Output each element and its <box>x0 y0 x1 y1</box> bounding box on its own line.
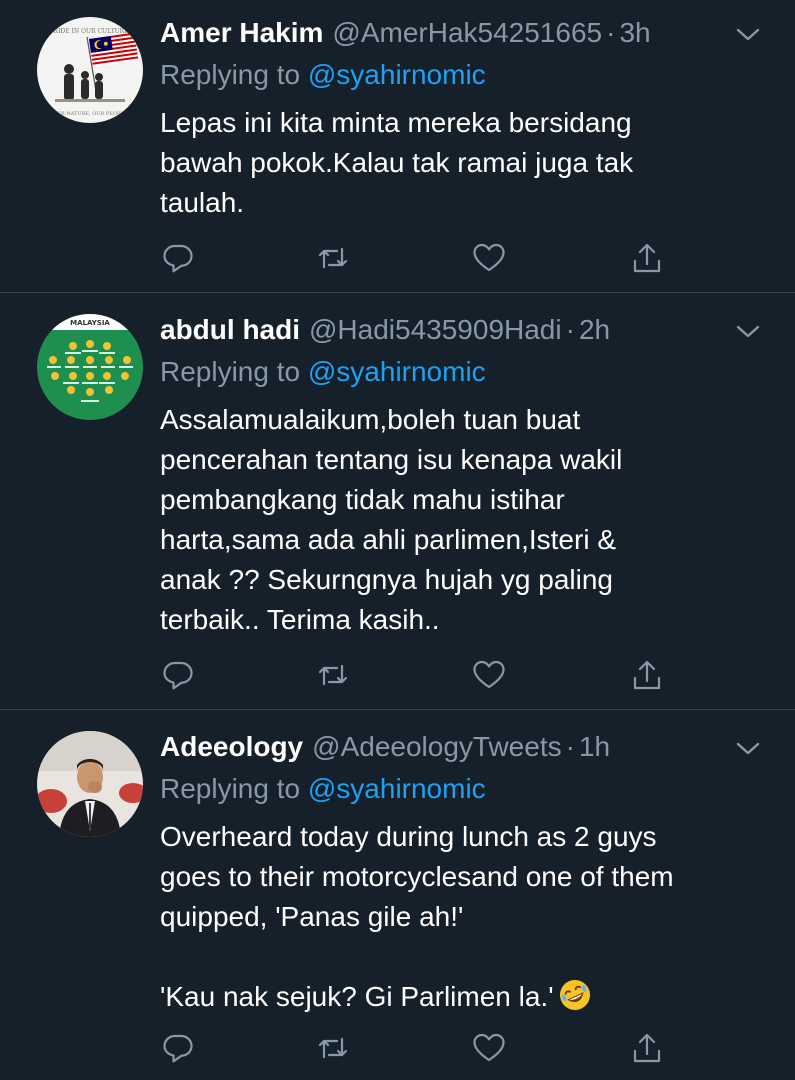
tweet-text-line: bawah pokok.Kalau tak ramai juga tak <box>160 147 634 178</box>
timestamp[interactable]: 3h <box>619 16 650 50</box>
like-icon <box>473 243 505 272</box>
tweet-text-line: 'Kau nak sejuk? Gi Parlimen la.' <box>160 977 755 1017</box>
mention-link[interactable]: @syahirnomic <box>308 356 486 387</box>
reply-icon <box>163 244 193 273</box>
display-name[interactable]: abdul hadi <box>160 313 300 347</box>
replying-prefix: Replying to <box>160 773 301 804</box>
action-bar <box>160 1030 665 1066</box>
retweet-button[interactable] <box>315 240 351 276</box>
replying-to: Replying to @syahirnomic <box>160 58 755 92</box>
replying-prefix: Replying to <box>160 59 301 90</box>
avatar[interactable]: MALAYSIA <box>37 314 143 420</box>
mention-link[interactable]: @syahirnomic <box>308 773 486 804</box>
avatar-text-top: PRIDE IN OUR CULTURE, <box>50 28 131 35</box>
chevron-down-icon[interactable] <box>735 738 761 758</box>
tweet-text: Overheard today during lunch as 2 guys g… <box>160 817 755 1017</box>
mention-link[interactable]: @syahirnomic <box>308 59 486 90</box>
tweet[interactable]: PRIDE IN OUR CULTURE, OUR NATURE, OUR PE… <box>0 0 795 293</box>
like-button[interactable] <box>471 1030 507 1066</box>
like-button[interactable] <box>471 240 507 276</box>
share-icon <box>633 660 661 690</box>
timestamp[interactable]: 1h <box>579 730 610 764</box>
share-button[interactable] <box>629 1030 665 1066</box>
retweet-button[interactable] <box>315 1030 351 1066</box>
reply-button[interactable] <box>160 657 196 693</box>
share-icon <box>633 243 661 273</box>
tweet-header: Amer Hakim @AmerHak54251665 · 3h <box>160 16 755 50</box>
tweet-text-line: pencerahan tentang isu kenapa wakil <box>160 444 623 475</box>
action-bar <box>160 657 665 693</box>
tweet-text-line: terbaik.. Terima kasih.. <box>160 604 440 635</box>
tweet-text-line: anak ?? Sekurngnya hujah yg paling <box>160 564 614 595</box>
replying-to: Replying to @syahirnomic <box>160 772 755 806</box>
tweet-text: Assalamualaikum,boleh tuan buat pencerah… <box>160 400 755 640</box>
chevron-down-icon[interactable] <box>735 24 761 44</box>
share-icon <box>633 1033 661 1063</box>
share-button[interactable] <box>629 657 665 693</box>
share-button[interactable] <box>629 240 665 276</box>
separator-dot: · <box>606 17 616 48</box>
separator-dot: · <box>565 731 575 762</box>
reply-icon <box>163 1034 193 1063</box>
tweet[interactable]: MALAYSIA abdul hadi @Hadi5435909Hadi · 2… <box>0 293 795 710</box>
retweet-icon <box>318 1037 348 1059</box>
replying-prefix: Replying to <box>160 356 301 387</box>
tweet-text-line: quipped, 'Panas gile ah!' <box>160 901 464 932</box>
action-bar <box>160 240 665 276</box>
separator-dot: · <box>565 314 575 345</box>
retweet-icon <box>318 664 348 686</box>
user-handle[interactable]: @Hadi5435909Hadi <box>309 313 562 347</box>
tweet-header: abdul hadi @Hadi5435909Hadi · 2h <box>160 313 755 347</box>
reply-icon <box>163 661 193 690</box>
like-button[interactable] <box>471 657 507 693</box>
tweet-header: Adeeology @AdeeologyTweets · 1h <box>160 730 755 764</box>
retweet-button[interactable] <box>315 657 351 693</box>
tweet-text-line: Assalamualaikum,boleh tuan buat <box>160 404 581 435</box>
rolling-on-floor-laughing-emoji <box>559 980 590 1010</box>
display-name[interactable]: Adeeology <box>160 730 303 764</box>
tweet-text-line: Lepas ini kita minta mereka bersidang <box>160 107 632 138</box>
timestamp[interactable]: 2h <box>579 313 610 347</box>
user-handle[interactable]: @AdeeologyTweets <box>312 730 561 764</box>
tweet-text-line: goes to their motorcyclesand one of them <box>160 861 674 892</box>
avatar-text-bottom: OUR NATURE, OUR PEOPLE <box>53 111 128 117</box>
tweet-text: Lepas ini kita minta mereka bersidang ba… <box>160 103 755 223</box>
tweet[interactable]: Adeeology @AdeeologyTweets · 1h Replying… <box>0 710 795 1080</box>
tweet-text-line: taulah. <box>160 187 245 218</box>
avatar[interactable] <box>37 731 143 837</box>
tweet-text-last: 'Kau nak sejuk? Gi Parlimen la.' <box>160 981 554 1012</box>
avatar[interactable]: PRIDE IN OUR CULTURE, OUR NATURE, OUR PE… <box>37 17 143 123</box>
like-icon <box>473 660 505 689</box>
tweet-text-line: pembangkang tidak mahu istihar <box>160 484 565 515</box>
tweet-text-line: Overheard today during lunch as 2 guys <box>160 821 657 852</box>
tweet-text-line: harta,sama ada ahli parlimen,Isteri & <box>160 524 616 555</box>
avatar-text-top: MALAYSIA <box>70 319 110 327</box>
chevron-down-icon[interactable] <box>735 321 761 341</box>
replying-to: Replying to @syahirnomic <box>160 355 755 389</box>
user-handle[interactable]: @AmerHak54251665 <box>332 16 602 50</box>
display-name[interactable]: Amer Hakim <box>160 16 323 50</box>
retweet-icon <box>318 247 348 269</box>
reply-button[interactable] <box>160 1030 196 1066</box>
reply-button[interactable] <box>160 240 196 276</box>
like-icon <box>473 1033 505 1062</box>
